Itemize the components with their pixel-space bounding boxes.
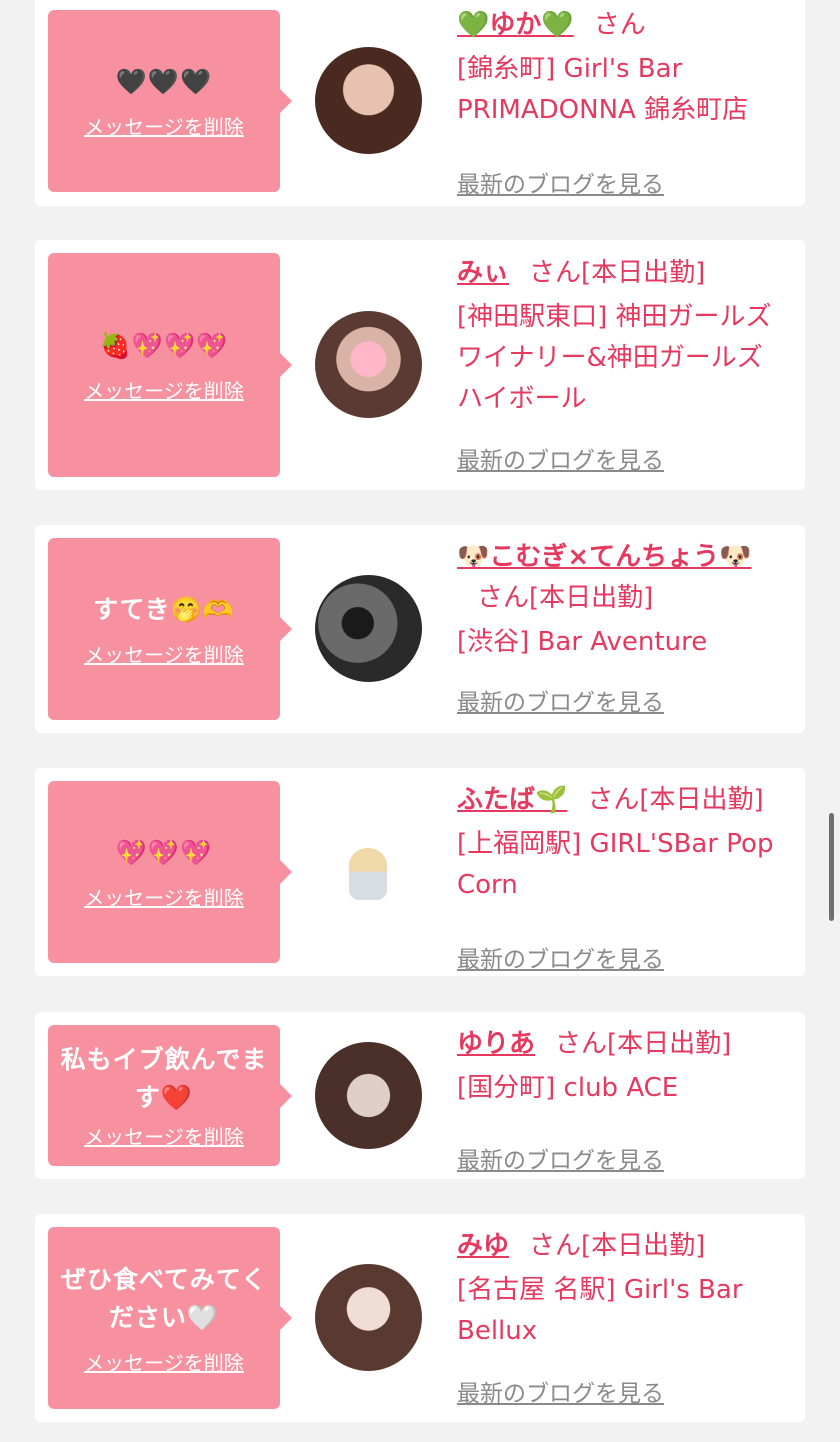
cast-info: みぃ さん[本日出勤] [神田駅東口] 神田ガールズワイナリー&神田ガールズハイボ… [457,253,787,483]
message-card: ぜひ食べてみてください🤍 メッセージを削除 みゆ さん[本日出勤] [名古屋 名駅… [35,1214,805,1422]
delete-message-link[interactable]: メッセージを削除 [84,375,244,404]
delete-message-link[interactable]: メッセージを削除 [84,1121,244,1150]
message-text: 🍓💖💖💖 [99,330,229,360]
message-card: 私もイブ飲んでます❤️ メッセージを削除 ゆりあ さん[本日出勤] [国分町] c… [35,1012,805,1179]
shop-name: [渋谷] Bar Aventure [457,627,708,657]
shop-name: [錦糸町] Girl's Bar PRIMADONNA 錦糸町店 [457,54,749,125]
avatar[interactable] [315,818,422,925]
message-card: すてき🤭🫶 メッセージを削除 🐶こむぎ×てんちょう🐶 さん[本日出勤] [渋谷] … [35,525,805,733]
cast-name-link[interactable]: 🐶こむぎ×てんちょう🐶 [457,542,752,572]
message-bubble: 🖤🖤🖤 メッセージを削除 [48,10,292,192]
name-line: みぃ さん[本日出勤] [457,253,787,294]
cast-info: ふたば🌱 さん[本日出勤] [上福岡駅] GIRL'SBar Pop Corn 最… [457,780,787,973]
name-suffix: さん[本日出勤] [529,258,706,288]
cast-info: 🐶こむぎ×てんちょう🐶 さん[本日出勤] [渋谷] Bar Aventure 最新… [457,537,787,727]
name-line: ふたば🌱 さん[本日出勤] [457,780,787,821]
avatar[interactable] [315,311,422,418]
name-line: 💚ゆか💚 さん [457,5,787,46]
cast-info: みゆ さん[本日出勤] [名古屋 名駅] Girl's Bar Bellux 最新… [457,1226,787,1416]
shop-name: [名古屋 名駅] Girl's Bar Bellux [457,1275,743,1346]
name-suffix: さん[本日出勤] [477,583,654,613]
avatar[interactable] [315,1042,422,1149]
name-suffix: さん [593,10,646,40]
character-illustration [349,848,387,900]
message-text: 🖤🖤🖤 [115,66,213,96]
message-bubble: ぜひ食べてみてください🤍 メッセージを削除 [48,1227,292,1409]
cast-name-link[interactable]: ゆりあ [457,1029,535,1059]
latest-blog-link[interactable]: 最新のブログを見る [457,940,664,974]
latest-blog-link[interactable]: 最新のブログを見る [457,441,664,475]
delete-message-link[interactable]: メッセージを削除 [84,639,244,668]
message-bubble: 💖💖💖 メッセージを削除 [48,781,292,963]
avatar[interactable] [315,47,422,154]
cast-name-link[interactable]: みゆ [457,1231,509,1261]
message-card: 💖💖💖 メッセージを削除 ふたば🌱 さん[本日出勤] [上福岡駅] GIRL'SB… [35,768,805,976]
delete-message-link[interactable]: メッセージを削除 [84,882,244,911]
name-line: 🐶こむぎ×てんちょう🐶 さん[本日出勤] [457,537,787,619]
message-text: 💖💖💖 [115,837,213,867]
latest-blog-link[interactable]: 最新のブログを見る [457,683,664,717]
latest-blog-link[interactable]: 最新のブログを見る [457,1374,664,1408]
avatar[interactable] [315,1264,422,1371]
delete-message-link[interactable]: メッセージを削除 [84,111,244,140]
name-suffix: さん[本日出勤] [555,1029,732,1059]
delete-message-link[interactable]: メッセージを削除 [84,1347,244,1376]
cast-info: ゆりあ さん[本日出勤] [国分町] club ACE 最新のブログを見る [457,1024,787,1174]
scrollbar[interactable] [829,813,834,921]
name-line: ゆりあ さん[本日出勤] [457,1024,787,1065]
message-bubble: 私もイブ飲んでます❤️ メッセージを削除 [48,1025,292,1166]
message-bubble: 🍓💖💖💖 メッセージを削除 [48,253,292,477]
name-suffix: さん[本日出勤] [587,785,764,815]
latest-blog-link[interactable]: 最新のブログを見る [457,165,664,199]
message-text: すてき🤭🫶 [93,594,235,624]
message-card: 🖤🖤🖤 メッセージを削除 💚ゆか💚 さん [錦糸町] Girl's Bar PRI… [35,0,805,206]
message-bubble: すてき🤭🫶 メッセージを削除 [48,538,292,720]
shop-name: [国分町] club ACE [457,1073,679,1103]
shop-name: [神田駅東口] 神田ガールズワイナリー&神田ガールズハイボール [457,302,772,414]
latest-blog-link[interactable]: 最新のブログを見る [457,1141,664,1175]
cast-name-link[interactable]: ふたば🌱 [457,785,567,815]
name-line: みゆ さん[本日出勤] [457,1226,787,1267]
cast-name-link[interactable]: みぃ [457,258,509,288]
cast-name-link[interactable]: 💚ゆか💚 [457,10,574,40]
shop-name: [上福岡駅] GIRL'SBar Pop Corn [457,829,774,900]
cast-info: 💚ゆか💚 さん [錦糸町] Girl's Bar PRIMADONNA 錦糸町店 … [457,5,787,200]
name-suffix: さん[本日出勤] [529,1231,706,1261]
message-text: ぜひ食べてみてください🤍 [60,1264,268,1332]
message-text: 私もイブ飲んでます❤️ [60,1045,268,1112]
avatar[interactable] [315,575,422,682]
message-card: 🍓💖💖💖 メッセージを削除 みぃ さん[本日出勤] [神田駅東口] 神田ガールズワ… [35,240,805,490]
